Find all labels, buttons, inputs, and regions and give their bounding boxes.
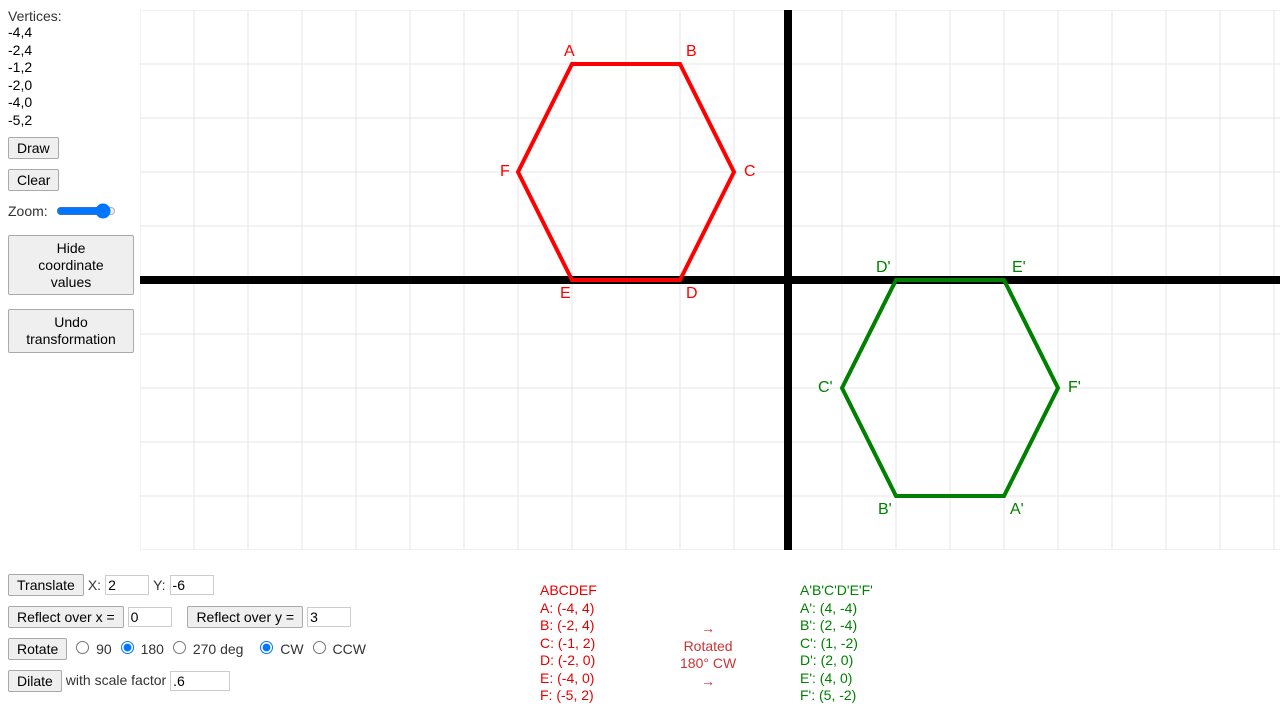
translate-x-input[interactable] (105, 575, 149, 595)
svg-text:C': C' (818, 379, 833, 396)
svg-text:D': D' (876, 259, 891, 276)
rotate-button[interactable]: Rotate (8, 638, 67, 660)
zoom-label: Zoom: (8, 203, 48, 219)
clear-button[interactable]: Clear (8, 169, 59, 191)
reflect-y-input[interactable] (307, 607, 351, 627)
svg-text:A: A (564, 43, 575, 60)
draw-button[interactable]: Draw (8, 137, 59, 159)
svg-text:E': E' (1012, 259, 1026, 276)
svg-text:F': F' (1068, 379, 1081, 396)
image-coords: A'B'C'D'E'F' A': (4, -4) B': (2, -4) C':… (800, 582, 873, 705)
translate-y-input[interactable] (170, 575, 214, 595)
dilate-factor-input[interactable] (170, 671, 230, 691)
preimage-title: ABCDEF (540, 582, 597, 600)
coordinate-plane[interactable]: A B C D E F A' B' C' D' E' F' (140, 10, 1280, 550)
reflect-y-button[interactable]: Reflect over y = (187, 606, 303, 628)
translate-button[interactable]: Translate (8, 574, 84, 596)
hide-coords-button[interactable]: Hide coordinate values (8, 235, 134, 295)
rotate-180-option[interactable]: 180 (116, 634, 164, 665)
transformation-controls: Translate X: Y: Reflect over x = Reflect… (8, 570, 508, 697)
preimage-coords: ABCDEF A: (-4, 4) B: (-2, 4) C: (-1, 2) … (540, 582, 597, 705)
svg-text:D: D (686, 285, 698, 302)
svg-text:F: F (500, 163, 510, 180)
svg-text:A': A' (1010, 501, 1024, 518)
svg-text:E: E (560, 285, 571, 302)
reflect-x-button[interactable]: Reflect over x = (8, 606, 124, 628)
dilate-button[interactable]: Dilate (8, 670, 62, 692)
svg-text:B: B (686, 43, 697, 60)
reflect-x-input[interactable] (128, 607, 172, 627)
rotate-cw-option[interactable]: CW (255, 634, 303, 665)
zoom-slider[interactable] (56, 203, 116, 219)
rotate-ccw-option[interactable]: CCW (308, 634, 366, 665)
dilate-label: with scale factor (66, 665, 166, 696)
vertices-input[interactable] (8, 24, 98, 134)
rotate-90-option[interactable]: 90 (71, 634, 111, 665)
svg-text:B': B' (878, 501, 892, 518)
transformation-description: → Rotated 180° CW → (680, 620, 736, 690)
translate-x-label: X: (88, 570, 101, 601)
image-title: A'B'C'D'E'F' (800, 582, 873, 600)
svg-text:C: C (744, 163, 756, 180)
translate-y-label: Y: (153, 570, 165, 601)
undo-button[interactable]: Undo transformation (8, 309, 134, 353)
rotate-270-option[interactable]: 270 deg (168, 634, 244, 665)
